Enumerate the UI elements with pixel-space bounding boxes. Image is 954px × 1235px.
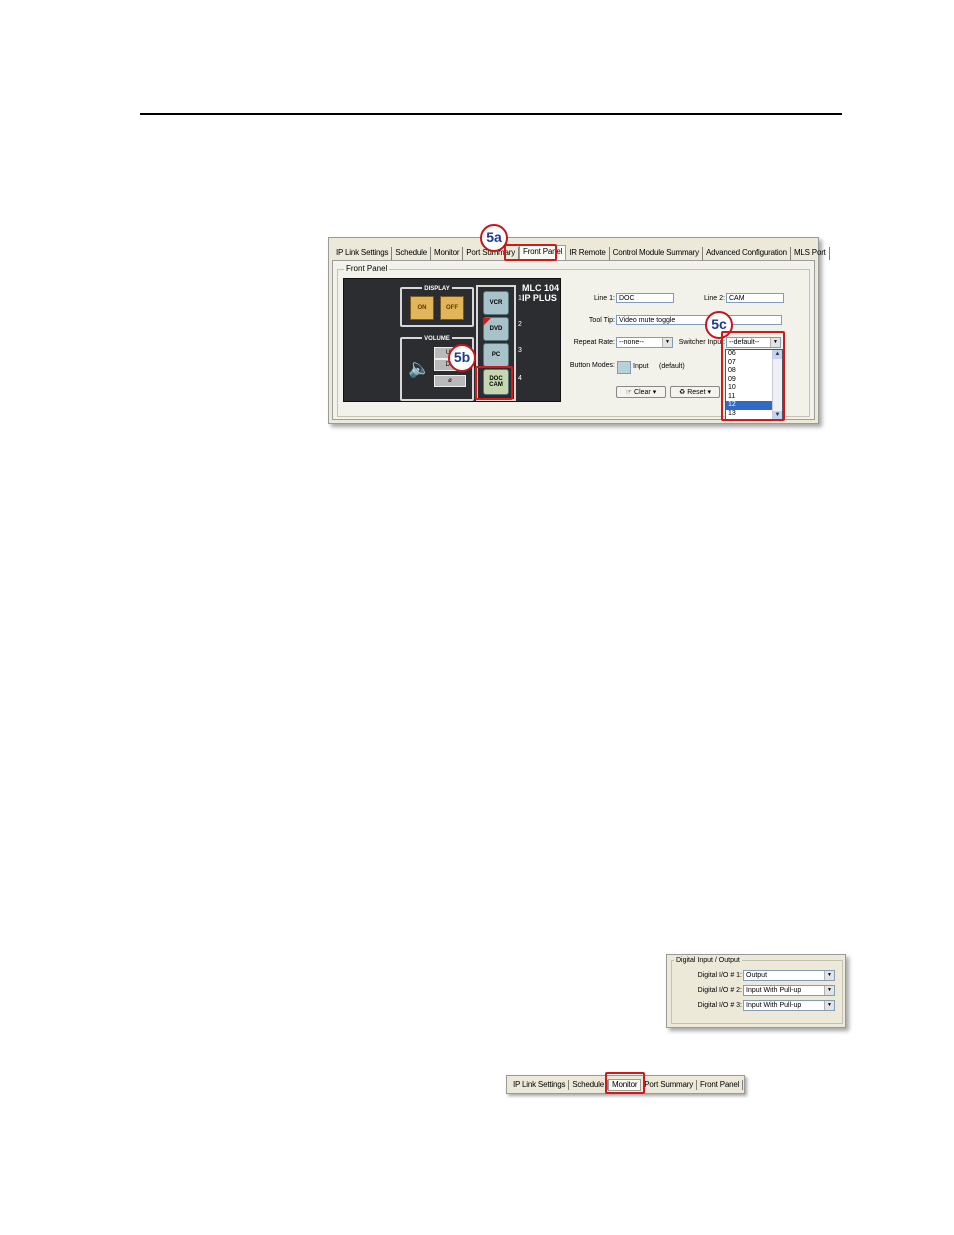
tab-port-summary[interactable]: Port Summary	[641, 1079, 698, 1090]
selected-button-highlight	[475, 366, 513, 400]
input-number-2: 2	[518, 321, 522, 328]
speaker-icon: 🔈	[408, 358, 431, 378]
button-mode-default: (default)	[659, 363, 685, 370]
monitor-tab-highlight	[605, 1072, 645, 1094]
digital-io-select-2[interactable]: Input With Pull-up ▼	[743, 985, 835, 996]
tab-advanced-configuration[interactable]: Advanced Configuration	[703, 247, 791, 260]
line1-input[interactable]: DOC	[616, 293, 674, 303]
tab-ir-remote[interactable]: IR Remote	[566, 247, 610, 260]
repeat-rate-select[interactable]: --none-- ▼	[616, 337, 673, 348]
tab-front-panel[interactable]: Front Panel	[697, 1079, 744, 1090]
tab-mls-port[interactable]: MLS Port	[791, 247, 830, 260]
display-off-button[interactable]: OFF	[440, 296, 464, 320]
tooltip-input[interactable]: Video mute toggle	[616, 315, 782, 325]
tab-schedule[interactable]: Schedule	[392, 247, 432, 260]
digital-io-label-2: Digital I/O # 2:	[697, 987, 742, 994]
clear-button[interactable]: ☞ Clear ▾	[616, 386, 666, 398]
digital-io-row-2: Digital I/O # 2: Input With Pull-up ▼	[672, 985, 842, 997]
header-rule	[140, 113, 842, 115]
tab-bar: IP Link Settings Schedule Monitor Port S…	[333, 245, 830, 260]
callout-5b: 5b	[448, 344, 476, 372]
button-modes-label: Button Modes:	[569, 362, 615, 369]
digital-io-select-1[interactable]: Output ▼	[743, 970, 835, 981]
switcher-input-highlight	[721, 331, 785, 421]
digital-io-label-3: Digital I/O # 3:	[697, 1002, 742, 1009]
group-label: Front Panel	[344, 264, 390, 274]
front-panel-graphic: MLC 104 IP PLUS DISPLAY ON OFF VOLUME 🔈 …	[343, 278, 561, 402]
input-button-3[interactable]: PC	[483, 343, 509, 367]
digital-io-row-3: Digital I/O # 3: Input With Pull-up ▼	[672, 1000, 842, 1012]
tab-ip-link-settings[interactable]: IP Link Settings	[333, 247, 393, 260]
mute-button[interactable]: ø	[434, 375, 466, 387]
tab-monitor[interactable]: Monitor	[431, 247, 464, 260]
tab-control-module-summary[interactable]: Control Module Summary	[610, 247, 703, 260]
display-box: DISPLAY ON OFF	[400, 286, 474, 327]
chevron-down-icon: ▼	[824, 1001, 834, 1010]
hand-icon: ☞	[625, 389, 633, 396]
digital-io-select-3[interactable]: Input With Pull-up ▼	[743, 1000, 835, 1011]
digital-io-row-1: Digital I/O # 1: Output ▼	[672, 970, 842, 982]
line2-input[interactable]: CAM	[726, 293, 784, 303]
line1-label: Line 1:	[593, 295, 615, 302]
input-number-1: 1	[518, 295, 522, 302]
display-label: DISPLAY	[422, 286, 452, 292]
tab-schedule[interactable]: Schedule	[569, 1079, 609, 1090]
callout-5a: 5a	[480, 224, 508, 252]
input-button-1[interactable]: VCR	[483, 291, 509, 315]
digital-io-label-1: Digital I/O # 1:	[697, 972, 742, 979]
display-on-button[interactable]: ON	[410, 296, 434, 320]
digital-io-window: Digital Input / Output Digital I/O # 1: …	[666, 954, 846, 1028]
input-number-4: 4	[518, 375, 522, 382]
input-number-3: 3	[518, 347, 522, 354]
repeat-rate-label: Repeat Rate:	[573, 339, 615, 346]
assigned-marker	[483, 318, 491, 326]
chevron-down-icon: ▼	[824, 986, 834, 995]
button-mode-color	[617, 361, 631, 374]
digital-io-group: Digital Input / Output Digital I/O # 1: …	[671, 956, 843, 1024]
switcher-input-label: Switcher Input:	[678, 339, 725, 346]
button-mode-value: Input	[633, 363, 649, 370]
tooltip-label: Tool Tip:	[588, 317, 615, 324]
tab-ip-link-settings[interactable]: IP Link Settings	[510, 1079, 570, 1090]
chevron-down-icon: ▼	[824, 971, 834, 980]
line2-label: Line 2:	[703, 295, 725, 302]
volume-label: VOLUME	[422, 336, 452, 342]
front-panel-tab-highlight	[504, 244, 557, 261]
reset-button[interactable]: ♻ Reset ▾	[670, 386, 720, 398]
digital-io-title: Digital Input / Output	[674, 956, 742, 965]
model-name: MLC 104 IP PLUS	[522, 283, 560, 303]
reset-icon: ♻	[679, 389, 686, 396]
